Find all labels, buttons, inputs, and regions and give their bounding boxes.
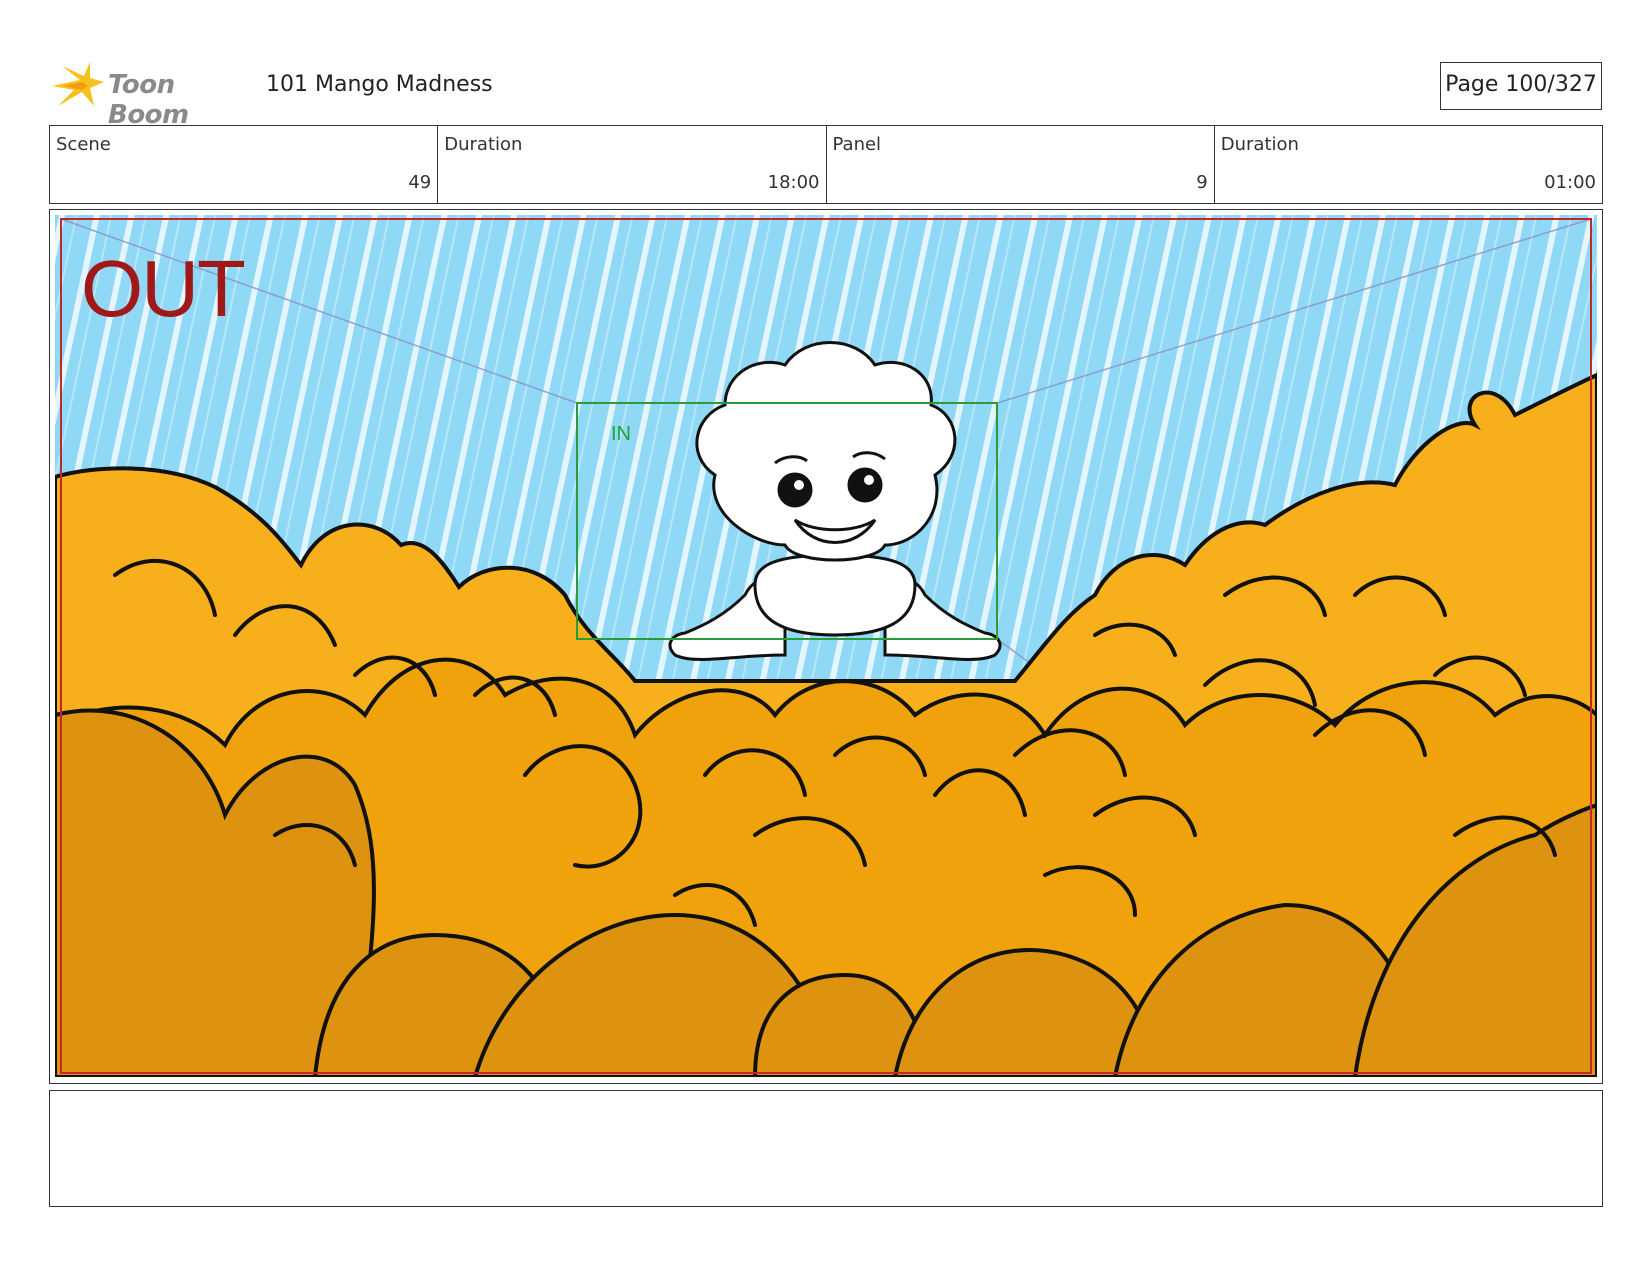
panel-duration-label: Duration (1220, 134, 1299, 155)
toon-boom-logo: Toon Boom (50, 60, 250, 130)
panel-duration-value: 01:00 (1544, 172, 1596, 193)
page-indicator: Page 100/327 (1440, 62, 1602, 110)
scene-duration-label: Duration (444, 134, 523, 155)
panel-notes-field[interactable] (49, 1090, 1603, 1207)
panel-artwork: OUT IN (55, 215, 1597, 1077)
project-title: 101 Mango Madness (266, 72, 493, 97)
logo-text: Toon Boom (108, 70, 189, 130)
panel-value: 9 (1196, 172, 1208, 193)
panel-duration-cell: Duration 01:00 (1215, 126, 1602, 203)
panel-cell: Panel 9 (827, 126, 1215, 203)
scene-cell: Scene 49 (50, 126, 439, 203)
scene-duration-cell: Duration 18:00 (438, 126, 827, 203)
in-frame-label: IN (611, 423, 631, 445)
panel-label: Panel (832, 134, 882, 155)
panel-info-row: Scene 49 Duration 18:00 Panel 9 Duration… (49, 125, 1603, 204)
scene-value: 49 (408, 172, 432, 193)
burst-logo-icon (52, 62, 104, 106)
scene-label: Scene (56, 134, 111, 155)
storyboard-header: Toon Boom 101 Mango Madness Page 100/327 (50, 56, 1602, 130)
panel-illustration (55, 215, 1597, 1077)
out-frame-label: OUT (81, 244, 246, 333)
scene-duration-value: 18:00 (767, 172, 820, 193)
storyboard-panel[interactable]: OUT IN (49, 209, 1603, 1084)
